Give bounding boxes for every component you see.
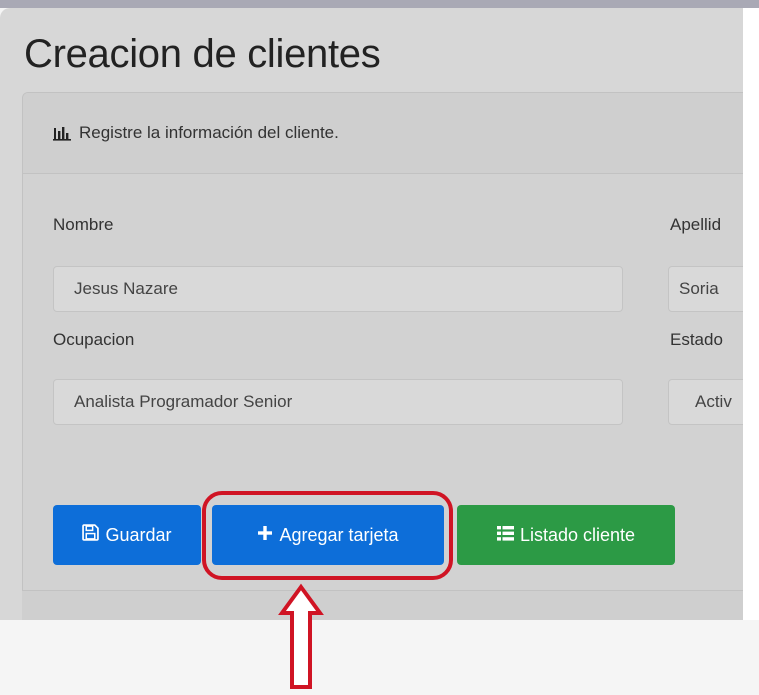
ocupacion-input[interactable] — [53, 379, 623, 425]
guardar-button[interactable]: Guardar — [53, 505, 201, 565]
card-header: Registre la información del cliente. — [23, 93, 743, 174]
card-header-text: Registre la información del cliente. — [79, 123, 339, 142]
up-arrow-annotation — [278, 583, 324, 689]
card-footer — [22, 590, 743, 620]
apellido-input[interactable] — [668, 266, 743, 312]
nombre-input[interactable] — [53, 266, 623, 312]
listado-cliente-button[interactable]: Listado cliente — [457, 505, 675, 565]
estado-label: Estado — [670, 330, 723, 349]
listado-cliente-button-label: Listado cliente — [519, 524, 636, 545]
main-panel: Creacion de clientes Registre la informa… — [0, 8, 743, 620]
page-bottom-area — [0, 620, 759, 695]
ocupacion-label: Ocupacion — [53, 330, 135, 349]
save-icon — [82, 524, 100, 546]
bar-chart-icon — [53, 125, 73, 141]
nombre-label: Nombre — [53, 215, 114, 234]
window-top-border — [0, 0, 759, 8]
guardar-button-label: Guardar — [105, 524, 172, 545]
list-icon — [496, 525, 514, 546]
highlight-ring — [202, 491, 453, 580]
page-title: Creacion de clientes — [24, 32, 381, 76]
apellido-label: Apellid — [670, 215, 722, 234]
window-right-edge — [743, 8, 759, 620]
estado-select[interactable]: Activ — [668, 379, 743, 425]
estado-selected-value: Activ — [695, 392, 732, 411]
